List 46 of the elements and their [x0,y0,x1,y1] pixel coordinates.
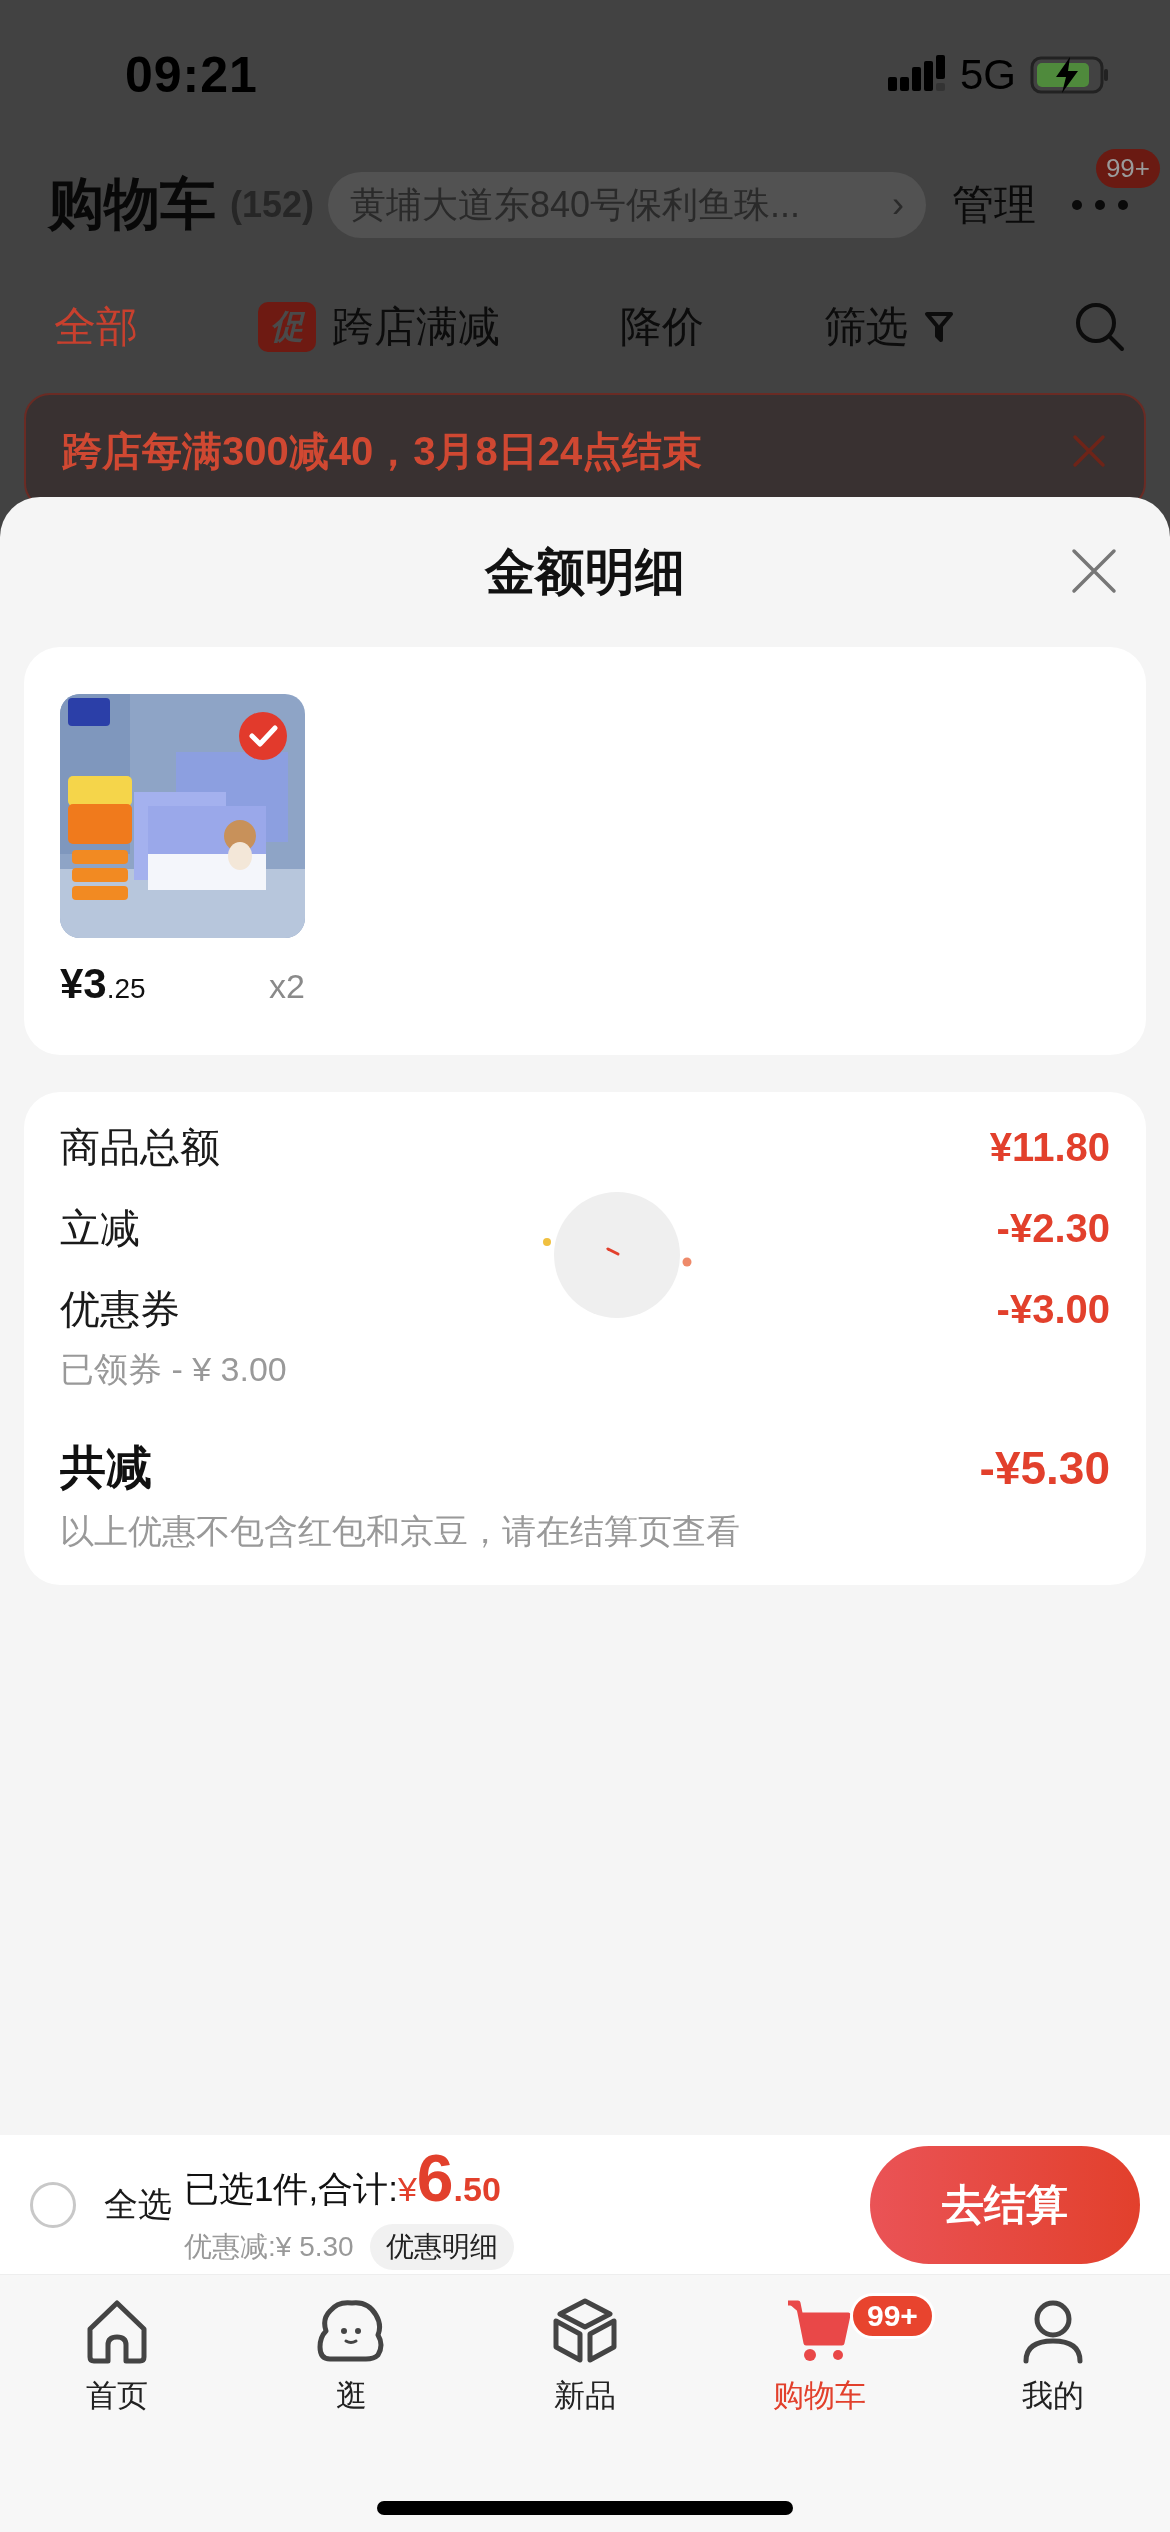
loading-spinner-icon [542,1190,692,1320]
notification-badge: 99+ [850,2293,935,2339]
filter-tab[interactable]: 全部 [54,298,138,355]
promo-badge: 促 [258,301,316,352]
network-label: 5G [959,51,1016,99]
smiley-face-icon [316,2297,386,2365]
checkout-button[interactable]: 去结算 [870,2145,1140,2264]
close-icon[interactable] [1070,547,1118,595]
line-amount: -¥2.30 [996,1206,1110,1251]
price-text: ¥3.25 [60,960,146,1008]
checkmark-icon[interactable] [239,712,287,760]
tab-label: 首页 [86,2377,148,2415]
tab-bar-item[interactable]: 逛 [234,2297,468,2417]
line-label: 立减 [60,1205,140,1252]
line-label: 优惠券 [60,1286,180,1333]
filter-icon [924,309,954,344]
total-price: ¥6.50 [397,2139,501,2216]
select-all-checkbox[interactable] [30,2181,76,2228]
selection-summary: 已选1件,合计: [184,2167,398,2210]
line-amount: ¥11.80 [989,1125,1110,1170]
line-label: 共减 [60,1440,152,1495]
tab-label: 我的 [1022,2377,1084,2415]
line-label: 商品总额 [60,1124,220,1171]
tab-label: 逛 [335,2377,367,2415]
sheet-title: 金额明细 [485,542,685,602]
discount-details-button[interactable]: 优惠明细 [369,2223,514,2270]
discount-text: 优惠减:¥ 5.30 [184,2229,354,2264]
line-amount: -¥3.00 [996,1287,1110,1332]
notification-badge: 99+ [1095,149,1160,188]
search-icon[interactable] [1074,300,1126,353]
tab-bar-item[interactable]: 我的 [936,2297,1170,2417]
time: 09:21 [125,46,258,104]
battery-icon [1030,55,1110,95]
line-note: 已领券 - ¥ 3.00 [60,1349,288,1390]
tab-bar-item[interactable]: 首页 [0,2297,234,2417]
line-amount: -¥5.30 [979,1441,1110,1495]
quantity-text: x2 [269,967,305,1006]
promo-text: 跨店每满300减40，3月8日24点结束 [62,427,704,475]
more-icon[interactable] [1070,198,1130,212]
manage-button[interactable]: 管理 [952,177,1036,233]
tab-bar-item[interactable]: 新品 [468,2297,702,2417]
tab-label: 购物车 [772,2377,866,2415]
tab-label: 新品 [554,2377,616,2415]
select-all-label: 全选 [104,2183,172,2225]
page-title: 购物车 [48,171,216,237]
line-note: 以上优惠不包含红包和京豆，请在结算页查看 [60,1511,741,1552]
